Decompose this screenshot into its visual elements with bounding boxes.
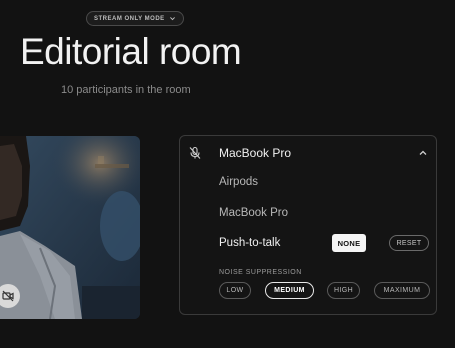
device-option-airpods[interactable]: Airpods bbox=[219, 176, 258, 188]
push-to-talk-label: Push-to-talk bbox=[219, 237, 281, 249]
mic-off-icon bbox=[189, 146, 201, 159]
noise-medium-button[interactable]: MEDIUM bbox=[265, 282, 314, 299]
device-option-macbook-pro[interactable]: MacBook Pro bbox=[219, 207, 288, 219]
selected-device-label: MacBook Pro bbox=[219, 146, 292, 160]
noise-maximum-button[interactable]: MAXIMUM bbox=[374, 282, 430, 299]
video-tile bbox=[0, 136, 140, 319]
participant-count: 10 participants in the room bbox=[61, 84, 191, 96]
push-to-talk-value-button[interactable]: NONE bbox=[332, 234, 366, 252]
chevron-down-icon bbox=[169, 17, 175, 21]
noise-high-button[interactable]: HIGH bbox=[327, 282, 360, 299]
stream-mode-dropdown[interactable]: STREAM ONLY MODE bbox=[86, 11, 184, 26]
page-title: Editorial room bbox=[20, 31, 242, 72]
reset-button[interactable]: RESET bbox=[389, 235, 429, 251]
chevron-up-icon bbox=[419, 150, 427, 155]
device-dropdown-header[interactable]: MacBook Pro bbox=[180, 143, 436, 163]
video-feed bbox=[0, 136, 140, 319]
noise-low-button[interactable]: LOW bbox=[219, 282, 251, 299]
page: STREAM ONLY MODE Editorial room 10 parti… bbox=[0, 0, 455, 348]
noise-suppression-label: NOISE SUPPRESSION bbox=[219, 269, 302, 276]
camera-off-icon bbox=[2, 290, 14, 302]
stream-mode-label: STREAM ONLY MODE bbox=[94, 15, 165, 22]
audio-device-panel: MacBook Pro Airpods MacBook Pro Push-to-… bbox=[179, 135, 437, 315]
